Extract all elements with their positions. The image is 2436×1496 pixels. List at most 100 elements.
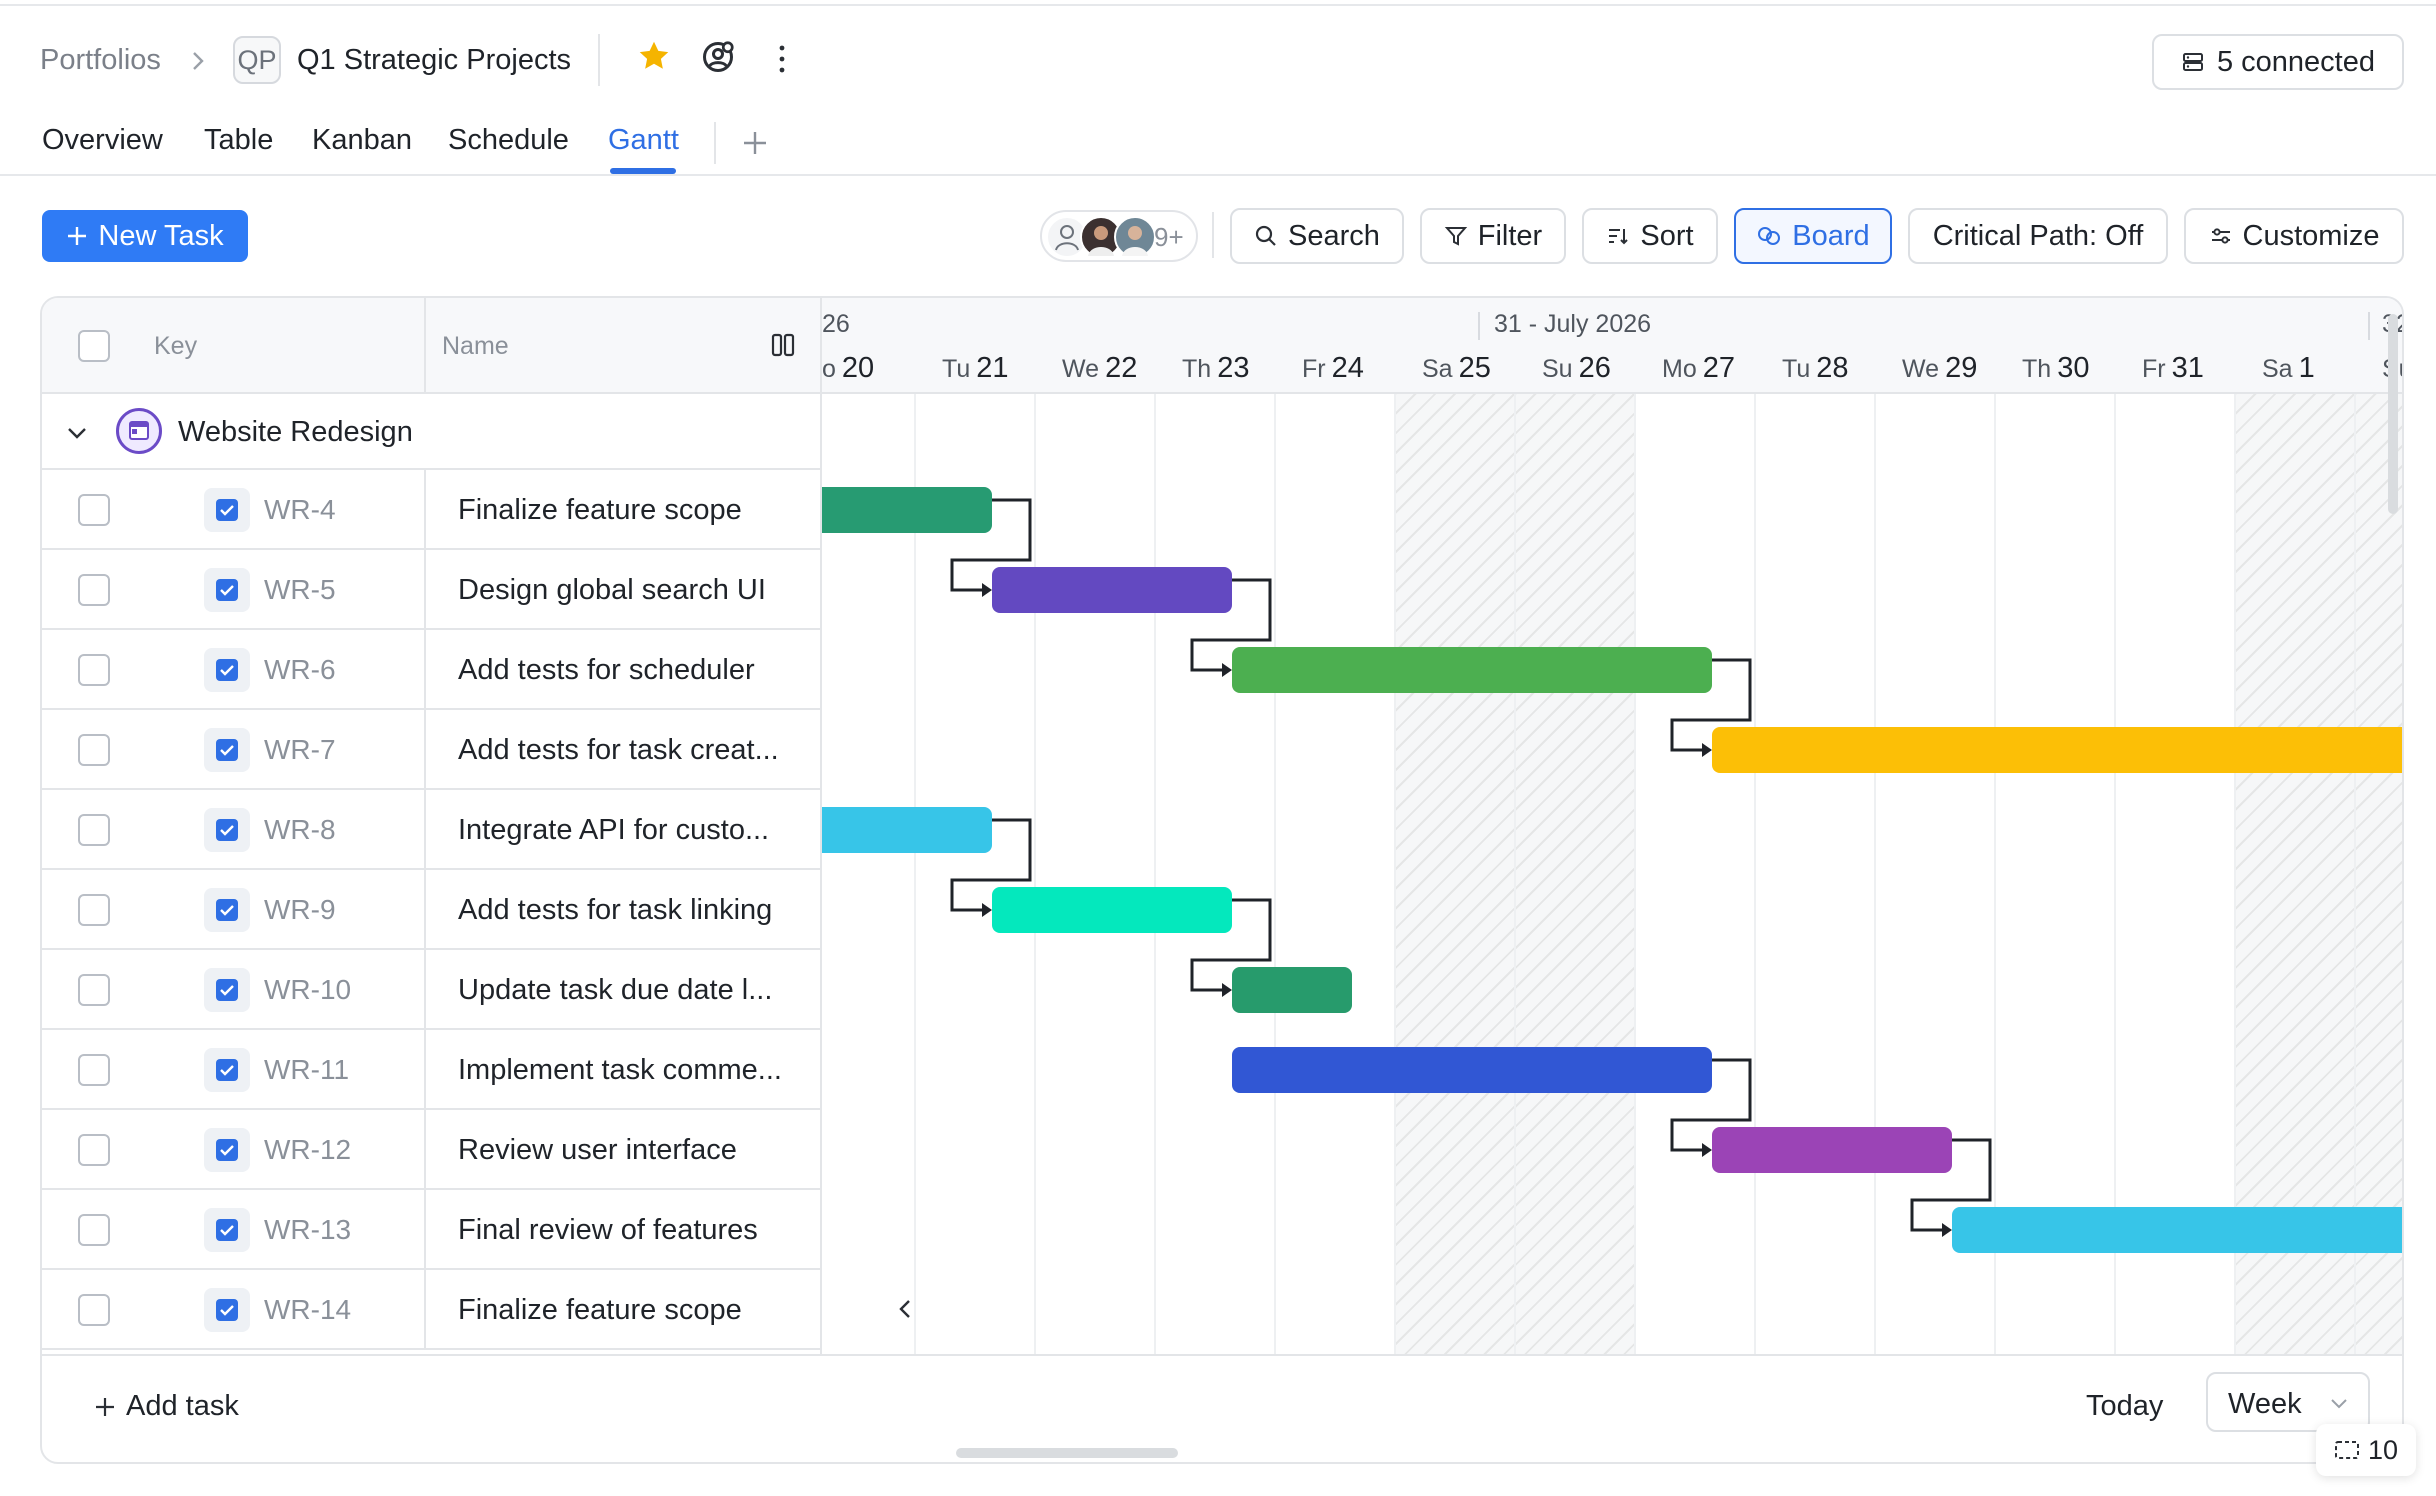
scale-select[interactable]: Week — [2206, 1372, 2370, 1432]
group-row[interactable]: Website Redesign — [42, 394, 822, 470]
table-row[interactable]: WR-10 Update task due date l... — [42, 950, 822, 1030]
connections-button[interactable]: 5 connected — [2152, 34, 2404, 90]
column-separator[interactable] — [424, 298, 426, 394]
gantt-footer: Add task Today Week — [42, 1354, 2402, 1462]
task-key[interactable]: WR-5 — [264, 574, 336, 606]
critical-path-button[interactable]: Critical Path: Off — [1908, 208, 2168, 264]
task-name[interactable]: Finalize feature scope — [458, 494, 742, 527]
table-row[interactable]: WR-6 Add tests for scheduler — [42, 630, 822, 710]
tab-table[interactable]: Table — [204, 124, 273, 157]
new-task-label: New Task — [98, 219, 224, 252]
today-button[interactable]: Today — [2086, 1390, 2163, 1423]
avatars-more-count: 9+ — [1154, 222, 1184, 252]
task-key[interactable]: WR-9 — [264, 894, 336, 926]
gantt-bar[interactable] — [1712, 727, 2404, 773]
horizontal-scrollbar[interactable] — [956, 1448, 1178, 1458]
calendar-icon — [116, 408, 162, 454]
task-name[interactable]: Add tests for task creat... — [458, 734, 779, 767]
task-type-icon — [204, 568, 250, 612]
tab-overview[interactable]: Overview — [42, 124, 163, 157]
gantt-bar[interactable] — [992, 567, 1232, 613]
gantt-bar[interactable] — [822, 807, 992, 853]
project-title[interactable]: Q1 Strategic Projects — [297, 44, 571, 77]
task-name[interactable]: Design global search UI — [458, 574, 766, 607]
task-key[interactable]: WR-10 — [264, 974, 351, 1006]
table-row[interactable]: WR-14 Finalize feature scope — [42, 1270, 822, 1350]
column-header-name[interactable]: Name — [442, 332, 509, 361]
task-key[interactable]: WR-11 — [264, 1054, 349, 1086]
task-type-icon — [204, 1048, 250, 1092]
tab-schedule[interactable]: Schedule — [448, 124, 569, 157]
grid-splitter[interactable] — [820, 298, 822, 1354]
vertical-scrollbar[interactable] — [2388, 314, 2398, 514]
filter-button[interactable]: Filter — [1420, 208, 1566, 264]
customize-button[interactable]: Customize — [2184, 208, 2404, 264]
add-view-icon[interactable] — [740, 128, 770, 158]
task-type-icon — [204, 648, 250, 692]
table-row[interactable]: WR-7 Add tests for task creat... — [42, 710, 822, 790]
task-name[interactable]: Final review of features — [458, 1214, 758, 1247]
assignee-avatars[interactable]: 9+ — [1040, 210, 1198, 262]
task-name[interactable]: Finalize feature scope — [458, 1294, 742, 1327]
row-checkbox[interactable] — [78, 494, 110, 526]
gantt-bar[interactable] — [1952, 1207, 2404, 1253]
gantt-bar[interactable] — [1232, 967, 1352, 1013]
row-checkbox[interactable] — [78, 814, 110, 846]
gantt-bar[interactable] — [822, 487, 992, 533]
search-label: Search — [1288, 219, 1380, 252]
sort-button[interactable]: Sort — [1582, 208, 1718, 264]
watch-icon[interactable] — [700, 39, 736, 75]
columns-icon[interactable] — [770, 332, 796, 358]
row-checkbox[interactable] — [78, 1134, 110, 1166]
select-all-checkbox[interactable] — [78, 330, 110, 362]
tab-kanban[interactable]: Kanban — [312, 124, 412, 157]
table-row[interactable]: WR-11 Implement task comme... — [42, 1030, 822, 1110]
task-key[interactable]: WR-4 — [264, 494, 336, 526]
task-name[interactable]: Implement task comme... — [458, 1054, 782, 1087]
column-separator — [424, 1030, 426, 1110]
breadcrumb-portfolios[interactable]: Portfolios — [40, 44, 161, 77]
chevron-down-icon[interactable] — [62, 418, 92, 448]
add-task-label: Add task — [126, 1390, 239, 1422]
table-row[interactable]: WR-12 Review user interface — [42, 1110, 822, 1190]
table-row[interactable]: WR-13 Final review of features — [42, 1190, 822, 1270]
row-checkbox[interactable] — [78, 1294, 110, 1326]
gantt-bar[interactable] — [1232, 1047, 1712, 1093]
table-row[interactable]: WR-8 Integrate API for custo... — [42, 790, 822, 870]
search-button[interactable]: Search — [1230, 208, 1404, 264]
row-checkbox[interactable] — [78, 574, 110, 606]
table-row[interactable]: WR-4 Finalize feature scope — [42, 470, 822, 550]
star-icon[interactable] — [636, 38, 672, 74]
task-name[interactable]: Review user interface — [458, 1134, 737, 1167]
task-key[interactable]: WR-7 — [264, 734, 336, 766]
row-checkbox[interactable] — [78, 1054, 110, 1086]
row-checkbox[interactable] — [78, 654, 110, 686]
task-name[interactable]: Integrate API for custo... — [458, 814, 769, 847]
row-checkbox[interactable] — [78, 974, 110, 1006]
task-name[interactable]: Add tests for scheduler — [458, 654, 755, 687]
row-checkbox[interactable] — [78, 894, 110, 926]
task-key[interactable]: WR-6 — [264, 654, 336, 686]
add-task-button[interactable]: Add task — [94, 1390, 239, 1423]
task-key[interactable]: WR-8 — [264, 814, 336, 846]
table-row[interactable]: WR-9 Add tests for task linking — [42, 870, 822, 950]
new-task-button[interactable]: New Task — [42, 210, 248, 262]
task-key[interactable]: WR-14 — [264, 1294, 351, 1326]
gantt-bar[interactable] — [1712, 1127, 1952, 1173]
task-name[interactable]: Add tests for task linking — [458, 894, 772, 927]
more-options-icon[interactable] — [772, 42, 792, 76]
task-name[interactable]: Update task due date l... — [458, 974, 772, 1007]
tab-gantt[interactable]: Gantt — [608, 124, 679, 157]
column-header-key[interactable]: Key — [154, 332, 197, 361]
gantt-bar[interactable] — [1232, 647, 1712, 693]
gantt-bar[interactable] — [992, 887, 1232, 933]
task-key[interactable]: WR-12 — [264, 1134, 351, 1166]
task-key[interactable]: WR-13 — [264, 1214, 351, 1246]
table-row[interactable]: WR-5 Design global search UI — [42, 550, 822, 630]
gantt-bars — [822, 487, 2404, 1253]
zoom-indicator[interactable]: 10 — [2316, 1424, 2416, 1476]
board-button[interactable]: Board — [1734, 208, 1892, 264]
row-checkbox[interactable] — [78, 1214, 110, 1246]
chevron-left-icon[interactable] — [892, 1294, 918, 1324]
row-checkbox[interactable] — [78, 734, 110, 766]
